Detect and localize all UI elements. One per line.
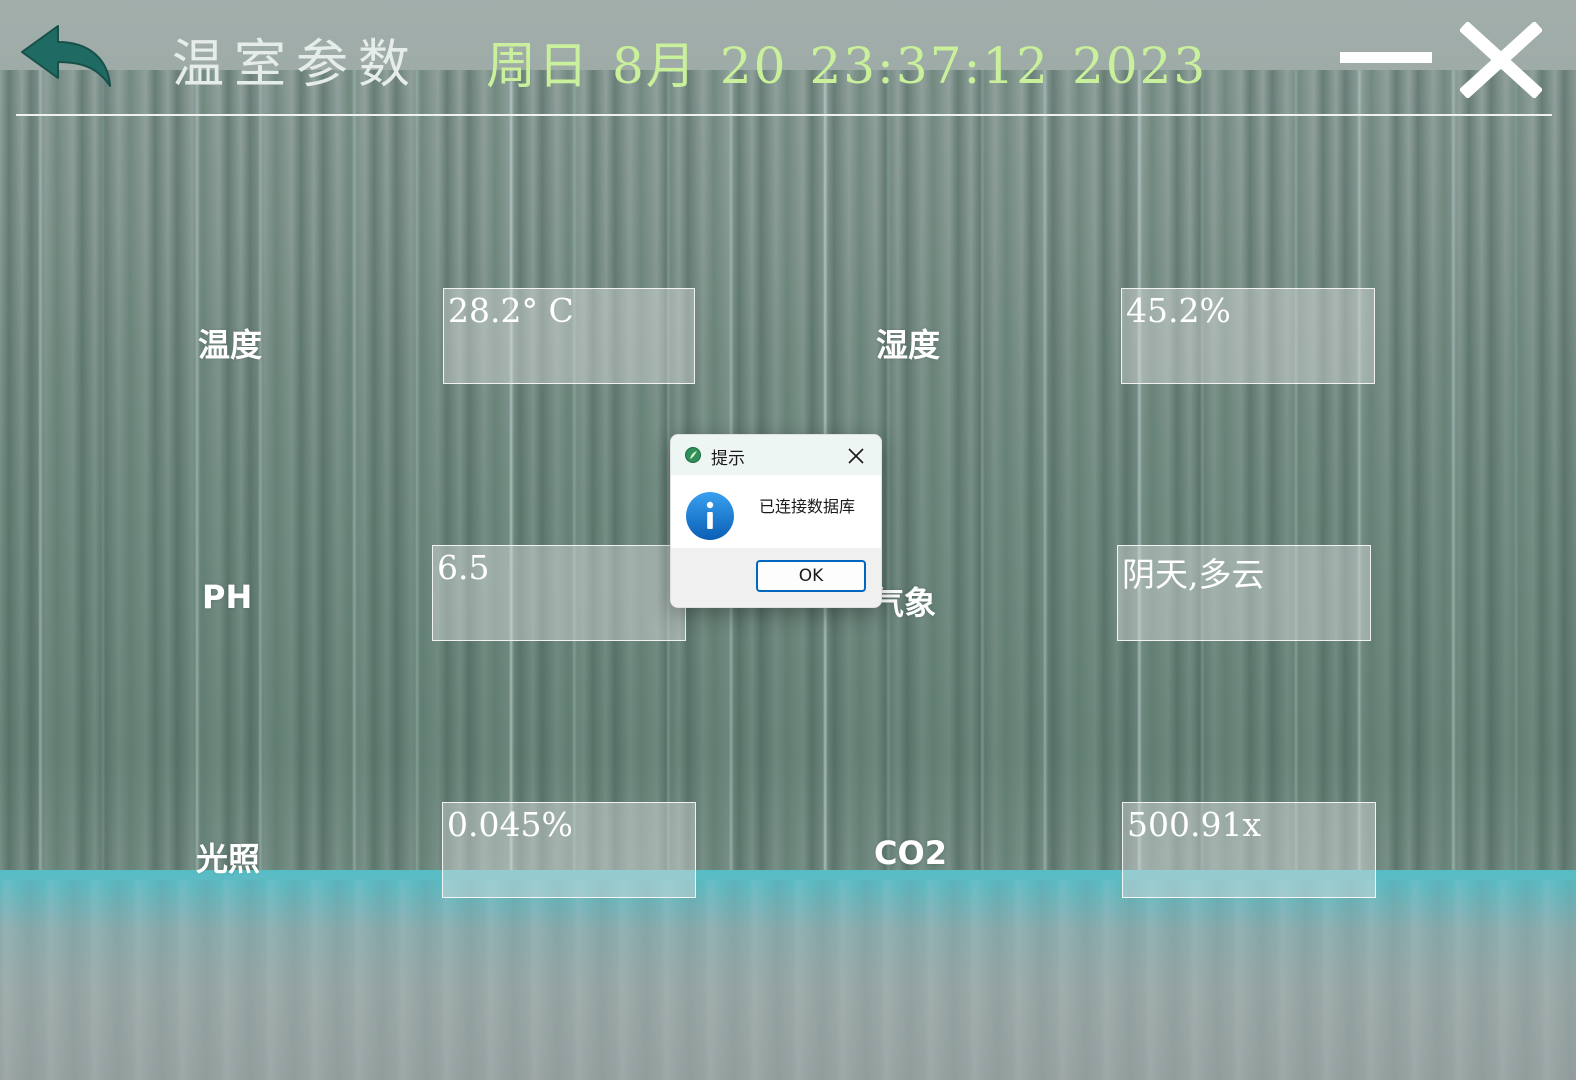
weather-field: 阴天,多云 (1117, 545, 1371, 641)
close-button[interactable] (1458, 20, 1544, 100)
header-divider (16, 114, 1552, 116)
info-icon (686, 492, 734, 540)
minimize-icon (1340, 52, 1432, 63)
co2-value: 500.91x (1127, 805, 1262, 844)
light-value: 0.045% (447, 805, 573, 844)
temperature-label: 温度 (198, 326, 263, 364)
greenhouse-app-window: 温室参数 周日 8月 20 23:37:12 2023 温度 28.2° C 湿度 45… (0, 0, 1576, 1080)
datetime-weekday: 周日 (486, 37, 590, 95)
page-title: 温室参数 (172, 35, 421, 95)
dialog-footer: OK (671, 548, 881, 607)
co2-field: 500.91x (1122, 802, 1376, 898)
app-leaf-icon (685, 447, 701, 463)
ok-button[interactable]: OK (756, 560, 866, 592)
dialog-title: 提示 (711, 449, 745, 469)
datetime-day: 20 (719, 37, 788, 95)
humidity-value: 45.2% (1126, 291, 1231, 330)
message-dialog: 提示 已连接数据库 OK (670, 434, 882, 608)
minimize-button[interactable] (1336, 30, 1436, 86)
dialog-close-button[interactable] (843, 443, 869, 469)
humidity-field: 45.2% (1121, 288, 1375, 384)
ph-value: 6.5 (437, 548, 490, 587)
temperature-field: 28.2° C (443, 288, 695, 384)
light-label: 光照 (196, 840, 261, 878)
datetime-month: 8月 (612, 37, 698, 95)
dialog-message: 已连接数据库 (759, 497, 856, 516)
datetime-display: 周日 8月 20 23:37:12 2023 (486, 26, 1229, 98)
ph-field: 6.5 (432, 545, 686, 641)
back-button[interactable] (18, 22, 118, 92)
dialog-titlebar[interactable]: 提示 (671, 435, 881, 475)
close-icon (848, 448, 864, 464)
datetime-year: 2023 (1072, 37, 1208, 95)
ph-label: PH (202, 578, 253, 616)
back-arrow-icon (21, 25, 111, 87)
temperature-value: 28.2° C (448, 291, 574, 330)
co2-label: CO2 (874, 834, 947, 872)
close-icon (1458, 20, 1544, 100)
dialog-body: 已连接数据库 (671, 475, 881, 547)
weather-value: 阴天,多云 (1122, 555, 1265, 594)
light-field: 0.045% (442, 802, 696, 898)
humidity-label: 湿度 (876, 326, 941, 364)
datetime-time: 23:37:12 (809, 37, 1050, 95)
